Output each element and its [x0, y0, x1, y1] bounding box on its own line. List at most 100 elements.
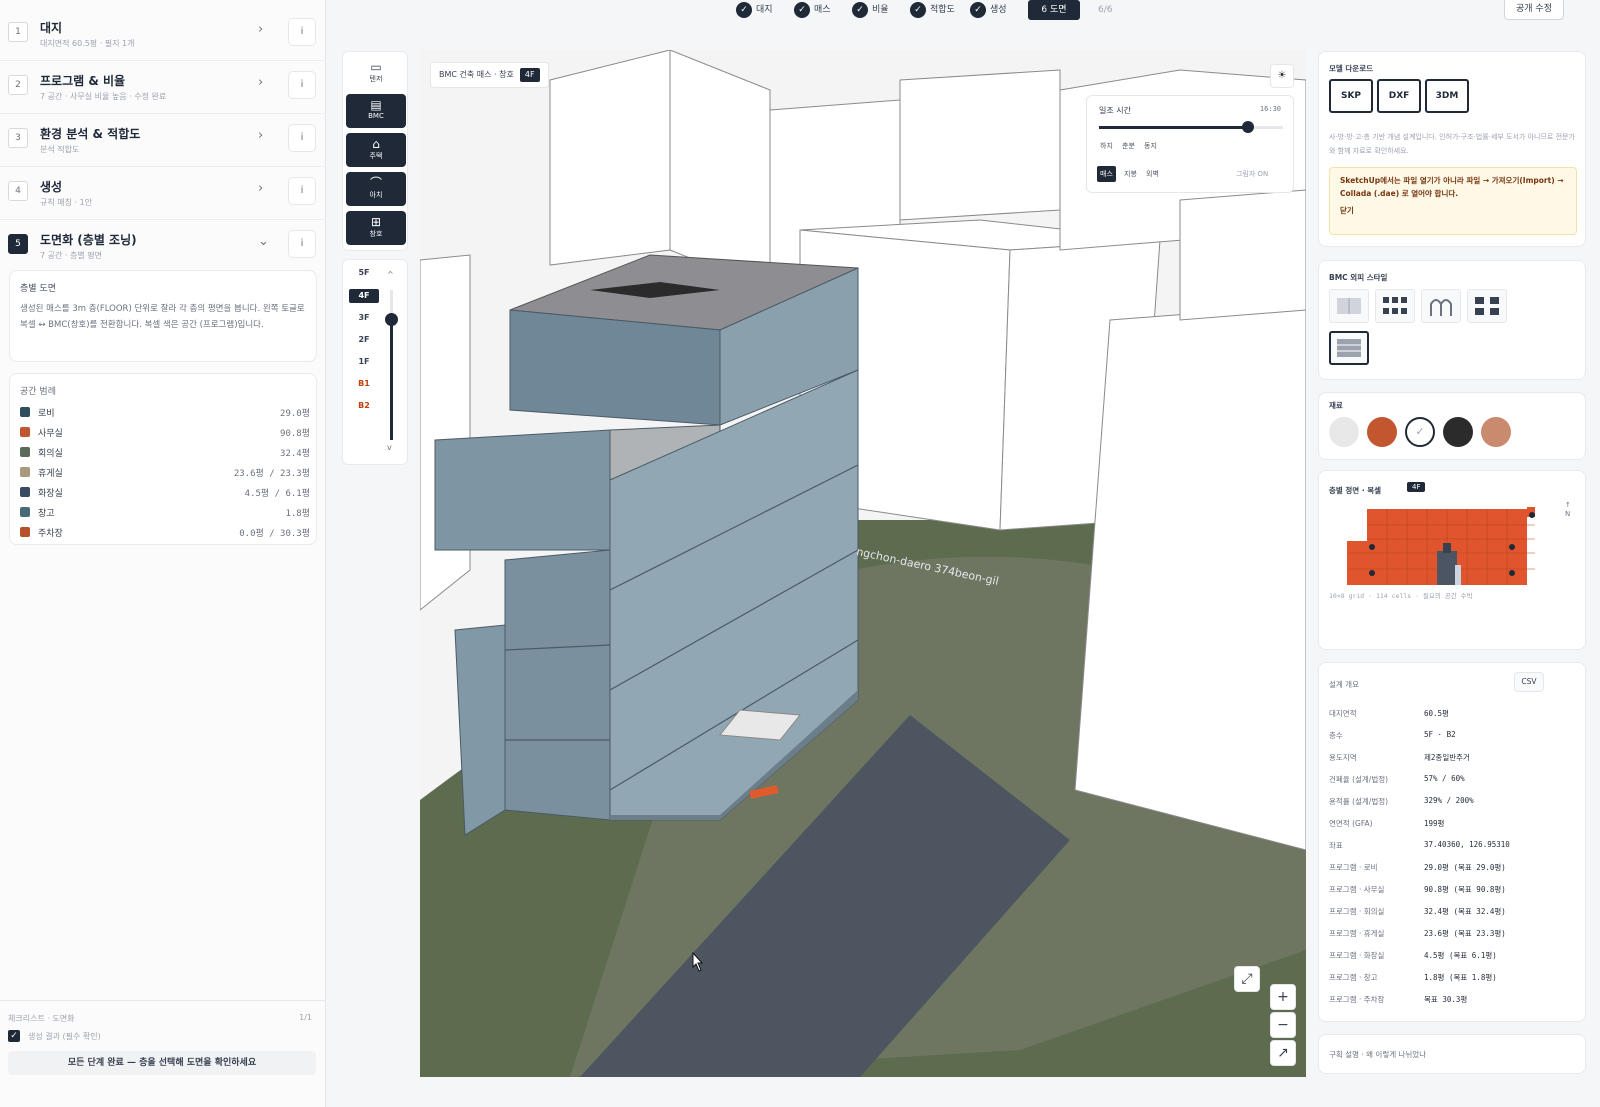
sun-icon[interactable]: ☀: [1270, 64, 1294, 88]
step-subtitle: 7 공간 · 사무실 비율 높음 · 수정 완료: [40, 92, 167, 101]
progress-pill[interactable]: ✓ 매스: [794, 0, 831, 20]
view-chip[interactable]: 외벽: [1143, 166, 1162, 182]
style-tile-selected[interactable]: [1329, 331, 1369, 365]
progress-pill-active[interactable]: 6 도면: [1028, 0, 1080, 20]
info-button[interactable]: i: [288, 124, 316, 152]
material-swatch-selected[interactable]: ✓: [1405, 417, 1435, 447]
info-button[interactable]: i: [288, 71, 316, 99]
description-heading: 층별 도면: [20, 284, 56, 294]
checkbox[interactable]: ✓: [8, 1030, 20, 1042]
overview-value: 23.6평 (목표 23.3평): [1424, 929, 1506, 938]
material-swatch[interactable]: [1367, 417, 1397, 447]
overview-key: 프로그램 · 화장실: [1329, 951, 1385, 960]
style-tile-grid[interactable]: [1375, 289, 1415, 323]
overview-key: 대지면적: [1329, 709, 1357, 718]
progress-pill[interactable]: ✓ 생성: [970, 0, 1007, 20]
step-title: 도면화 (층별 조닝): [40, 233, 137, 247]
chevron-right-icon[interactable]: ›: [258, 128, 263, 143]
legend-swatch: [20, 427, 30, 437]
zoom-in-button[interactable]: +: [1270, 984, 1296, 1010]
season-chip[interactable]: 하지: [1097, 138, 1116, 154]
window-grid-icon: [1383, 297, 1407, 314]
skp-download-button[interactable]: SKP: [1329, 79, 1373, 113]
progress-pill[interactable]: ✓ 적합도: [910, 0, 955, 20]
tip-text: SketchUp에서는 파일 열기가 아니라 파일 → 가져오기(Import)…: [1340, 176, 1564, 198]
chevron-down-icon[interactable]: v: [387, 443, 392, 452]
fit-view-icon[interactable]: ⤢: [1234, 966, 1260, 992]
pill-label: 비율: [872, 5, 889, 15]
material-swatch[interactable]: [1481, 417, 1511, 447]
info-button[interactable]: i: [288, 18, 316, 46]
csv-export-button[interactable]: CSV: [1514, 672, 1544, 692]
step-3[interactable]: 3 환경 분석 & 적합도 분석 적합도 › i: [0, 114, 326, 167]
floor-slider-handle[interactable]: [385, 313, 398, 326]
overview-heading: 설계 개요: [1329, 680, 1359, 689]
step-1[interactable]: 1 대지 대지면적 60.5평 · 필지 1개 › i: [0, 8, 326, 61]
tool-label: BMC: [368, 112, 384, 120]
overview-value: 29.0평 (목표 29.0평): [1424, 863, 1506, 872]
style-tile-mixed[interactable]: [1467, 289, 1507, 323]
floor-item-selected[interactable]: 4F: [349, 289, 379, 303]
tool-button[interactable]: ⌒ 아치: [346, 172, 406, 206]
view-chip-active[interactable]: 매스: [1097, 166, 1116, 182]
material-swatch[interactable]: [1329, 417, 1359, 447]
sun-time: 16:30: [1259, 105, 1281, 113]
view-chip[interactable]: 지붕: [1121, 166, 1140, 182]
chevron-down-icon[interactable]: ⌄: [258, 234, 269, 249]
elevation-note: 10×8 grid · 114 cells · 필요의 공간 수박: [1329, 592, 1473, 600]
tip-close-link[interactable]: 닫기: [1340, 204, 1566, 217]
progress-pill[interactable]: ✓ 대지: [736, 0, 773, 20]
tool-button[interactable]: ⌂ 주택: [346, 133, 406, 167]
floor-item[interactable]: B1: [349, 377, 379, 391]
floor-item[interactable]: 1F: [349, 355, 379, 369]
dxf-download-button[interactable]: DXF: [1377, 79, 1421, 113]
chevron-right-icon[interactable]: ›: [258, 22, 263, 37]
tool-button[interactable]: ▤ BMC: [346, 94, 406, 128]
floor-badge: 4F: [519, 68, 540, 82]
floor-item[interactable]: 5F: [349, 266, 379, 280]
zoom-out-button[interactable]: −: [1270, 1012, 1296, 1038]
legend-value: 32.4평: [280, 449, 310, 459]
material-heading: 재료: [1329, 401, 1343, 410]
3dm-download-button[interactable]: 3DM: [1425, 79, 1469, 113]
season-chip[interactable]: 춘분: [1119, 138, 1138, 154]
compass-icon[interactable]: ↗: [1270, 1040, 1296, 1066]
bmc-style-heading: BMC 외피 스타일: [1329, 273, 1388, 282]
download-heading: 모델 다운로드: [1329, 64, 1374, 73]
chevron-right-icon[interactable]: ›: [258, 181, 263, 196]
floor-selector: 5F 4F 3F 2F 1F B1 B2 ^ v: [342, 259, 408, 465]
floor-item[interactable]: 3F: [349, 311, 379, 325]
pill-label: 매스: [814, 5, 831, 15]
elevation-floor-badge: 4F: [1407, 482, 1426, 492]
shadow-toggle[interactable]: 그림자 ON: [1233, 166, 1271, 182]
step-count: 6/6: [1098, 5, 1113, 15]
tool-icon: ▭: [370, 60, 382, 74]
step-subtitle: 대지면적 60.5평 · 필지 1개: [40, 39, 135, 48]
overview-key: 연면적 (GFA): [1329, 819, 1373, 828]
overview-key: 프로그램 · 사무실: [1329, 885, 1385, 894]
tool-button[interactable]: ⊞ 창호: [346, 211, 406, 245]
info-button[interactable]: i: [288, 177, 316, 205]
step-5[interactable]: 5 도면화 (층별 조닝) 7 공간 · 층별 평면 ⌄ i: [0, 220, 326, 273]
edit-button[interactable]: 공개 수정: [1504, 0, 1564, 20]
sun-slider-handle[interactable]: [1242, 121, 1254, 133]
season-chip[interactable]: 동지: [1141, 138, 1160, 154]
3d-viewport[interactable]: BMC 건축 매스 · 창호 4F ☀ 일조 시간 16:30 하지 춘분 동지 …: [420, 50, 1306, 1077]
progress-pill[interactable]: ✓ 비율: [852, 0, 889, 20]
step-4[interactable]: 4 생성 규칙 매칭 · 1안 › i: [0, 167, 326, 220]
tool-button[interactable]: ▭ 텐저: [346, 56, 406, 90]
overview-key: 프로그램 · 주차장: [1329, 995, 1385, 1004]
material-swatch[interactable]: [1443, 417, 1473, 447]
style-tile-panel[interactable]: [1329, 289, 1369, 323]
elevation-card: 층별 정면 · 복셀 4F ↑ N 10×8 grid · 114 cells …: [1318, 470, 1586, 650]
chevron-right-icon[interactable]: ›: [258, 75, 263, 90]
floor-item[interactable]: B2: [349, 399, 379, 413]
info-button[interactable]: i: [288, 230, 316, 258]
check-icon: ✓: [852, 1, 868, 18]
floor-item[interactable]: 2F: [349, 333, 379, 347]
style-tile-arch[interactable]: [1421, 289, 1461, 323]
curtain-wall-icon: [1337, 339, 1361, 357]
step-2[interactable]: 2 프로그램 & 비율 7 공간 · 사무실 비율 높음 · 수정 완료 › i: [0, 61, 326, 114]
mouse-cursor-icon: [692, 952, 704, 972]
chevron-up-icon[interactable]: ^: [387, 270, 394, 279]
